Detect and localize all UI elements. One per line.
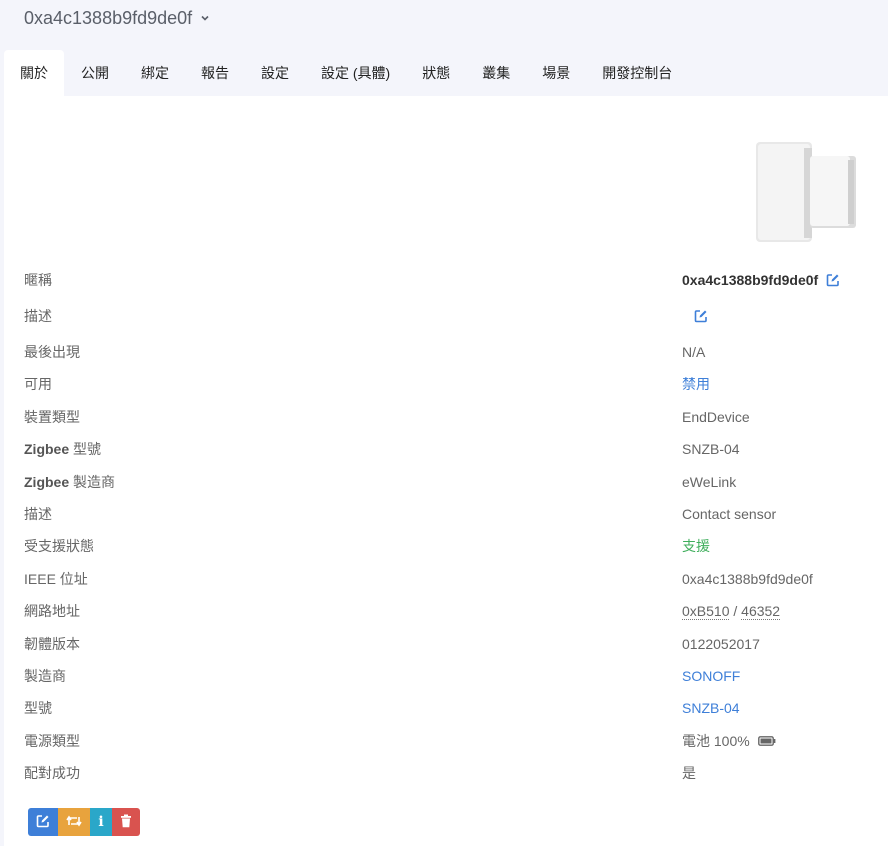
tab-bind[interactable]: 綁定 [125,50,185,96]
row-nickname: 暱稱 0xa4c1388b9fd9de0f [4,264,888,296]
row-model: 型號 SNZB-04 [4,692,888,724]
value-ieee-address: 0xa4c1388b9fd9de0f [682,571,813,587]
label-last-seen: 最後出現 [24,344,80,360]
reconfigure-button[interactable] [58,808,90,836]
edit-icon[interactable] [694,309,708,323]
tab-scene[interactable]: 場景 [526,50,586,96]
info-icon: i [98,814,104,830]
tab-state[interactable]: 狀態 [406,50,466,96]
value-network-address: 0xB510 / 46352 [682,602,781,620]
value-nickname-wrap: 0xa4c1388b9fd9de0f [682,272,840,288]
device-image [752,138,858,244]
label-device-type: 裝置類型 [24,409,80,425]
value-model[interactable]: SNZB-04 [682,700,740,716]
value-support-status: 支援 [682,538,710,554]
value-manufacturer[interactable]: SONOFF [682,668,740,684]
edit-button[interactable] [28,808,58,836]
device-actions: i [28,808,140,836]
label-description: 描述 [24,308,52,324]
chevron-down-icon [200,12,210,26]
value-zigbee-model: SNZB-04 [682,441,740,457]
label-zigbee-model-rest: 型號 [69,441,102,457]
row-description-edit: 描述 [4,300,888,332]
label-firmware: 韌體版本 [24,636,80,652]
label-zigbee-manufacturer-rest: 製造商 [69,474,116,490]
value-last-seen: N/A [682,344,706,360]
label-availability: 可用 [24,376,52,392]
tab-dev-console[interactable]: 開發控制台 [586,50,688,96]
row-availability: 可用 禁用 [4,368,888,400]
swap-icon [66,814,82,830]
value-power: 電池 100% [682,733,750,749]
label-description: 描述 [24,506,52,522]
network-address-dec: 46352 [741,602,781,620]
label-zigbee-bold: Zigbee [24,441,70,457]
row-zigbee-model: Zigbee 型號 SNZB-04 [4,433,888,465]
row-description: 描述 Contact sensor [4,498,888,530]
tab-bar: 關於 公開 綁定 報告 設定 設定 (具體) 狀態 叢集 場景 開發控制台 [4,50,888,96]
value-power-wrap: 電池 100% [682,731,776,751]
delete-button[interactable] [112,808,140,836]
label-zigbee-manufacturer: Zigbee 製造商 [24,472,115,492]
row-zigbee-manufacturer: Zigbee 製造商 eWeLink [4,466,888,498]
row-firmware: 韌體版本 0122052017 [4,628,888,660]
value-firmware: 0122052017 [682,636,760,652]
tab-clusters[interactable]: 叢集 [466,50,526,96]
label-zigbee-bold: Zigbee [24,474,70,490]
value-device-type: EndDevice [682,409,750,425]
label-interview: 配對成功 [24,765,80,781]
tab-exposes[interactable]: 公開 [64,50,125,96]
label-zigbee-model: Zigbee 型號 [24,439,101,459]
row-last-seen: 最後出現 N/A [4,336,888,368]
network-address-separator: / [729,603,742,619]
label-manufacturer: 製造商 [24,668,66,684]
row-network-address: 網路地址 0xB510 / 46352 [4,595,888,627]
row-ieee-address: IEEE 位址 0xa4c1388b9fd9de0f [4,563,888,595]
device-title: 0xa4c1388b9fd9de0f [24,8,193,28]
label-nickname: 暱稱 [24,272,52,288]
about-panel: 暱稱 0xa4c1388b9fd9de0f 描述 最後出現 N/A 可用 禁用 [4,96,888,846]
edit-icon [36,814,50,831]
tab-settings[interactable]: 設定 [245,50,305,96]
tab-reporting[interactable]: 報告 [185,50,245,96]
header: 0xa4c1388b9fd9de0f [0,0,888,48]
value-zigbee-manufacturer: eWeLink [682,474,737,490]
value-interview: 是 [682,765,696,781]
value-description: Contact sensor [682,506,777,522]
row-manufacturer: 製造商 SONOFF [4,660,888,692]
trash-icon [120,814,132,831]
network-address-hex: 0xB510 [682,602,730,620]
label-model: 型號 [24,700,52,716]
battery-icon [757,736,776,746]
edit-icon[interactable] [826,273,840,287]
row-interview: 配對成功 是 [4,757,888,789]
info-button[interactable]: i [90,808,112,836]
description-edit-wrap [694,309,708,323]
label-ieee-address: IEEE 位址 [24,571,88,587]
row-support-status: 受支援狀態 支援 [4,530,888,562]
tab-settings-specific[interactable]: 設定 (具體) [305,50,406,96]
label-power: 電源類型 [24,733,80,749]
row-device-type: 裝置類型 EndDevice [4,401,888,433]
label-network-address: 網路地址 [24,603,80,619]
value-availability[interactable]: 禁用 [682,374,710,394]
device-selector[interactable]: 0xa4c1388b9fd9de0f [24,8,210,29]
tab-about[interactable]: 關於 [4,50,64,96]
label-support-status: 受支援狀態 [24,538,94,554]
row-power: 電源類型 電池 100% [4,725,888,757]
value-nickname: 0xa4c1388b9fd9de0f [682,272,819,288]
